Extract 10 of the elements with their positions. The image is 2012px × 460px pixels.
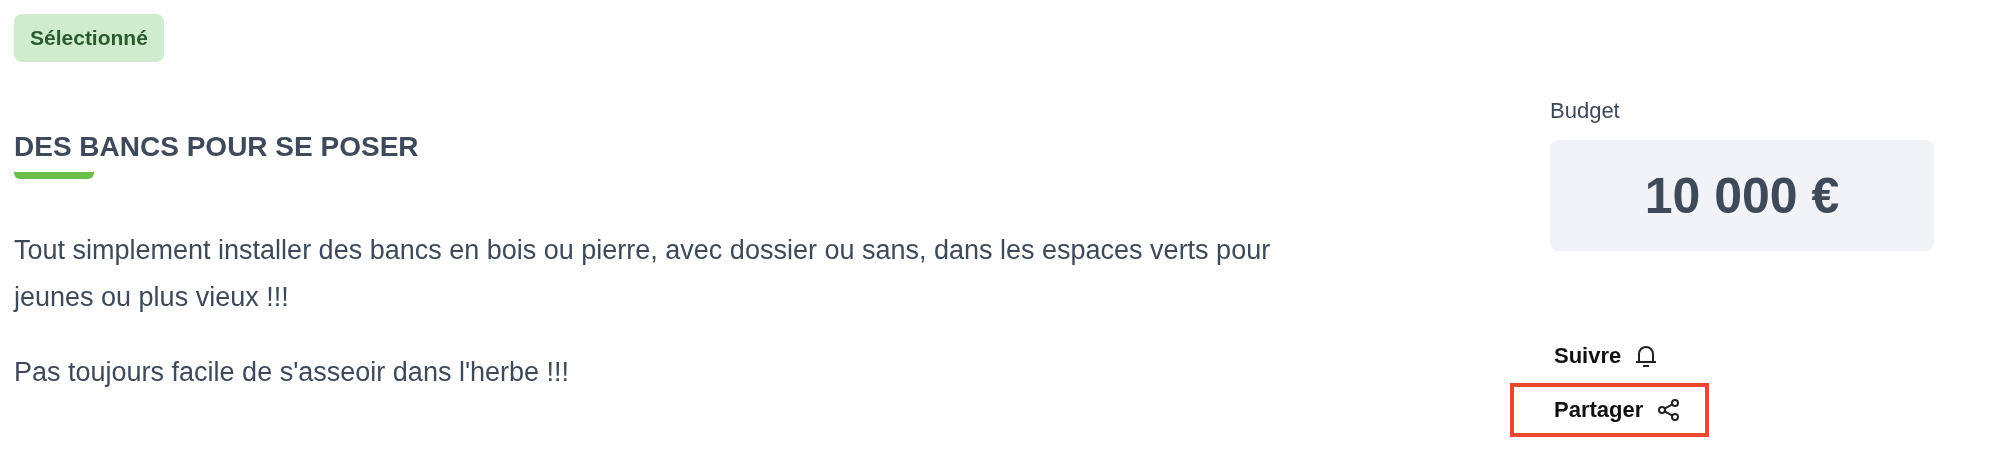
budget-label: Budget — [1550, 98, 1620, 124]
bell-icon — [1635, 343, 1658, 369]
status-badge: Sélectionné — [14, 14, 164, 62]
budget-amount: 10 000 € — [1644, 166, 1840, 225]
follow-link[interactable]: Suivre — [1554, 343, 1658, 369]
description-paragraph: Pas toujours facile de s'asseoir dans l'herbe !!! — [14, 356, 571, 389]
share-icon — [1657, 398, 1682, 422]
share-link[interactable]: Partager — [1554, 397, 1682, 423]
description-paragraph: Tout simplement installer des bancs en bois ou pierre, avec dossier ou sans, dans les espaces verts pour jeunes ou plus vieux !!! — [14, 234, 1272, 314]
project-title: DES BANCS POUR SE POSER — [14, 130, 419, 164]
